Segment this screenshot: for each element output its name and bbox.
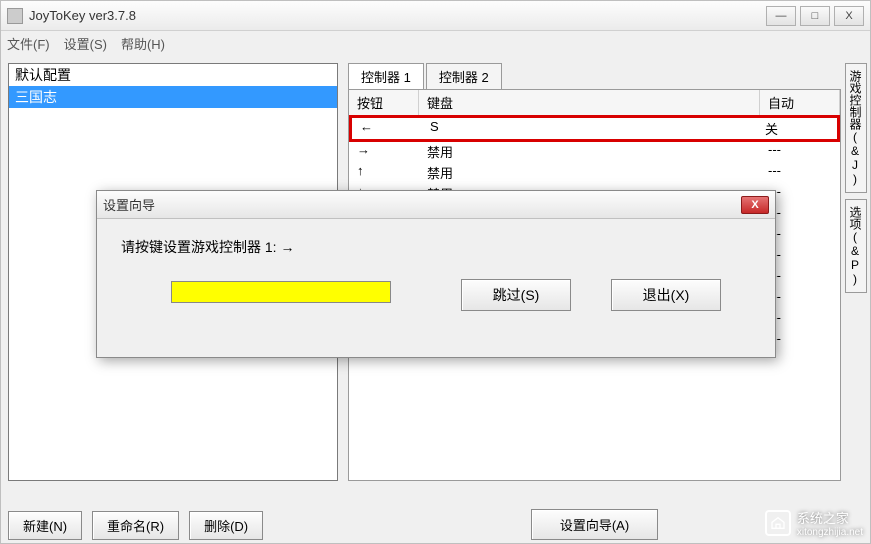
- dialog-body: 请按键设置游戏控制器 1: → 跳过(S) 退出(X): [97, 219, 775, 337]
- dialog-overlay: 设置向导 X 请按键设置游戏控制器 1: → 跳过(S) 退出(X): [0, 0, 871, 544]
- skip-button[interactable]: 跳过(S): [461, 279, 571, 311]
- exit-button[interactable]: 退出(X): [611, 279, 721, 311]
- dialog-close-button[interactable]: X: [741, 196, 769, 214]
- dialog-titlebar: 设置向导 X: [97, 191, 775, 219]
- dialog-title: 设置向导: [103, 195, 741, 214]
- wizard-dialog: 设置向导 X 请按键设置游戏控制器 1: → 跳过(S) 退出(X): [96, 190, 776, 358]
- key-capture-input[interactable]: [171, 281, 391, 303]
- dialog-prompt: 请按键设置游戏控制器 1: →: [121, 237, 751, 257]
